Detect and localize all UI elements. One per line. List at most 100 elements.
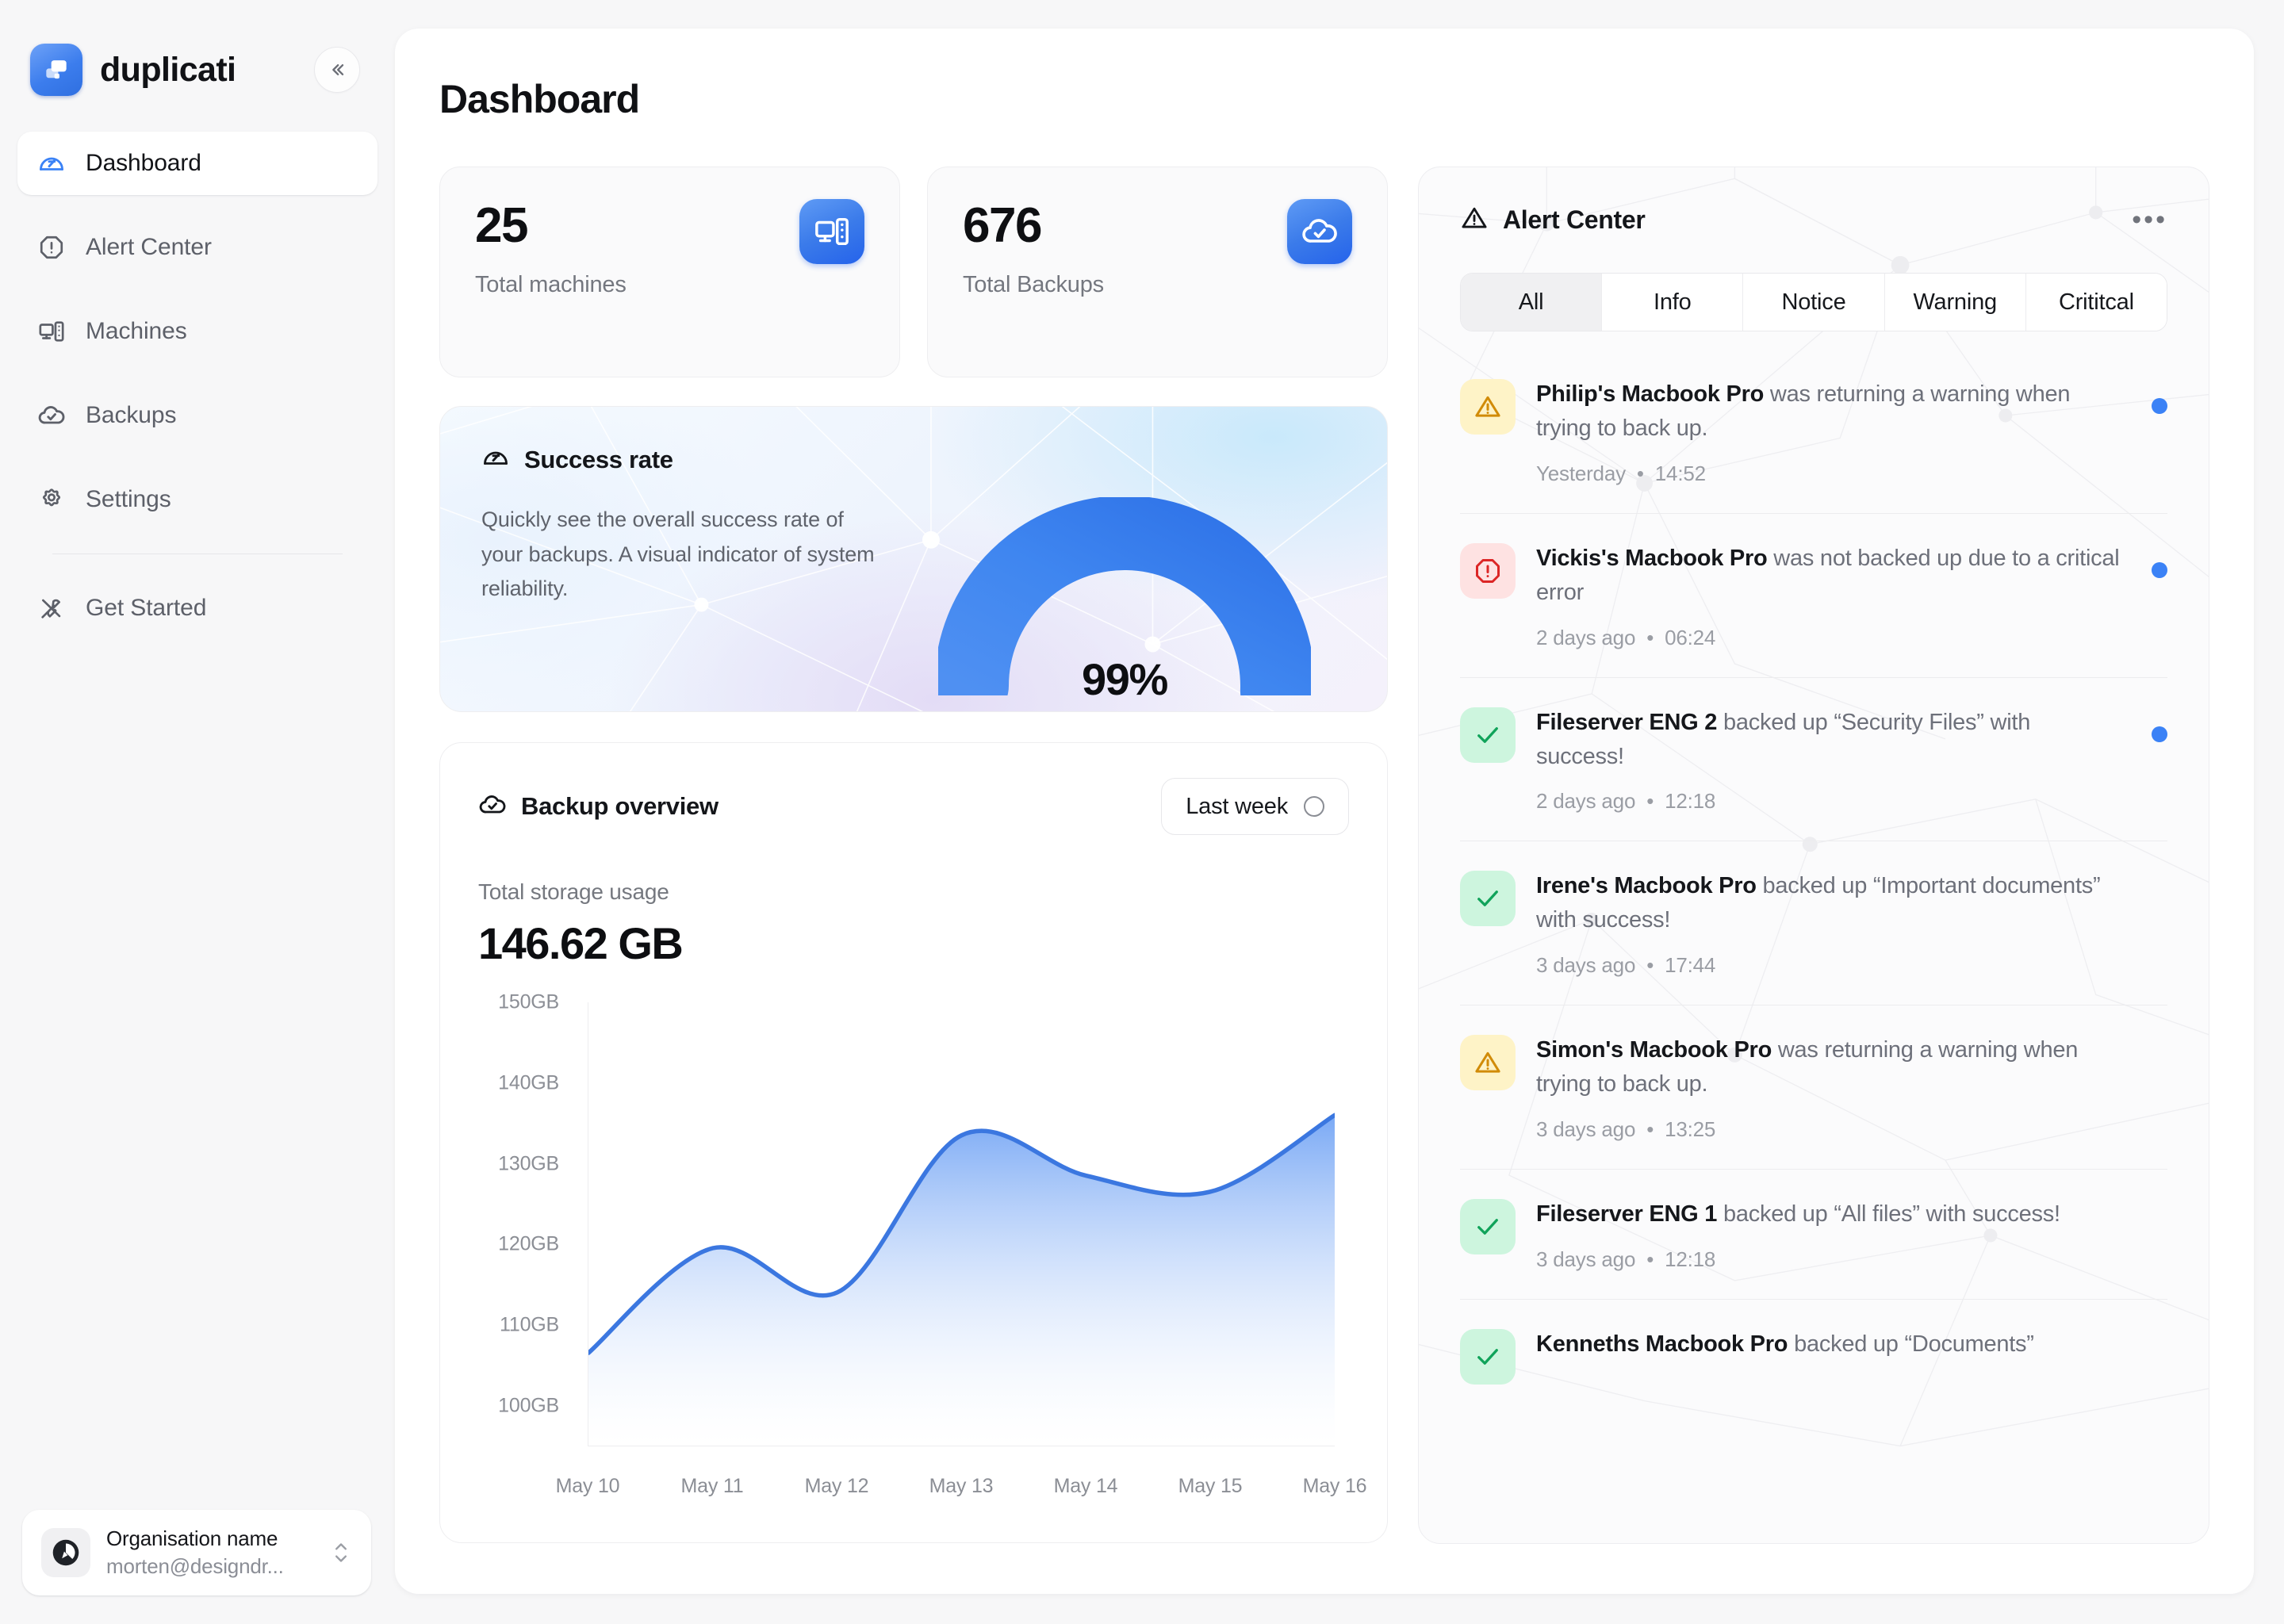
stat-value: 676	[963, 199, 1104, 253]
success-rate-header: Success rate	[440, 407, 1387, 476]
cloud-check-icon	[1287, 199, 1352, 264]
alert-when: 2 days ago	[1536, 626, 1635, 649]
gear-icon	[35, 483, 68, 516]
alert-body: Vickis's Macbook Pro was not backed up d…	[1536, 542, 2152, 650]
alert-list-item[interactable]: Fileserver ENG 2 backed up “Security Fil…	[1419, 677, 2209, 841]
success-rate-card: Success rate Quickly see the overall suc…	[439, 406, 1388, 712]
alert-body: Simon's Macbook Pro was returning a warn…	[1536, 1033, 2152, 1142]
y-axis-tick: 110GB	[500, 1314, 559, 1337]
alert-timestamp: 2 days ago • 06:24	[1536, 626, 2120, 650]
chevron-double-left-icon[interactable]	[314, 47, 360, 93]
alert-time: 13:25	[1665, 1117, 1715, 1141]
alert-list-item[interactable]: Irene's Macbook Pro backed up “Important…	[1419, 841, 2209, 1005]
alert-time: 12:18	[1665, 789, 1715, 813]
alert-meta-separator: •	[1646, 1247, 1654, 1271]
alert-time: 17:44	[1665, 953, 1715, 977]
alert-triangle-icon	[1460, 1035, 1516, 1090]
alert-body: Philip's Macbook Pro was returning a war…	[1536, 377, 2152, 486]
alert-meta-separator: •	[1646, 789, 1654, 813]
brand-name: duplicati	[100, 51, 236, 90]
stat-label: Total machines	[475, 272, 627, 298]
right-column: Alert Center ••• AllInfoNoticeWarningCri…	[1418, 167, 2209, 1594]
stat-card-total-backups: 676 Total Backups	[927, 167, 1388, 377]
check-icon	[1460, 1199, 1516, 1254]
alert-subject: Irene's Macbook Pro	[1536, 873, 1757, 898]
stat-label: Total Backups	[963, 272, 1104, 298]
alert-time: 12:18	[1665, 1247, 1715, 1271]
alert-filter-tab-all[interactable]: All	[1461, 274, 1602, 331]
time-range-selector[interactable]: Last week	[1161, 778, 1349, 835]
unread-indicator	[2152, 726, 2167, 742]
alert-message: Kenneths Macbook Pro backed up “Document…	[1536, 1327, 2120, 1362]
sidebar-item-backups[interactable]: Backups	[17, 384, 377, 447]
cloud-check-icon	[35, 399, 68, 432]
desktop-tower-icon	[799, 199, 864, 264]
backup-overview-card: Backup overview Last week Total storage …	[439, 742, 1388, 1543]
alert-list-item[interactable]: Philip's Macbook Pro was returning a war…	[1419, 349, 2209, 513]
circle-icon	[1304, 796, 1324, 817]
organisation-switcher[interactable]: Organisation name morten@designdr...	[22, 1510, 371, 1595]
alert-filter-tab-warning[interactable]: Warning	[1885, 274, 2026, 331]
page-title: Dashboard	[395, 29, 2254, 122]
y-axis-tick: 140GB	[498, 1071, 559, 1094]
alert-meta-separator: •	[1646, 953, 1654, 977]
alert-filter-tab-info[interactable]: Info	[1602, 274, 1743, 331]
sidebar-item-machines[interactable]: Machines	[17, 300, 377, 363]
alert-timestamp: 3 days ago • 17:44	[1536, 953, 2120, 978]
sidebar-item-label: Backups	[86, 402, 176, 429]
alert-list-item[interactable]: Vickis's Macbook Pro was not backed up d…	[1419, 513, 2209, 677]
chevron-up-down-icon[interactable]	[330, 1537, 352, 1568]
alert-when: Yesterday	[1536, 462, 1626, 485]
org-avatar-icon	[41, 1528, 90, 1577]
alert-subject: Vickis's Macbook Pro	[1536, 546, 1768, 571]
alert-message-text: backed up “Documents”	[1788, 1331, 2033, 1357]
alert-timestamp: Yesterday•14:52	[1536, 462, 2120, 486]
x-axis-tick: May 12	[805, 1475, 869, 1498]
alert-list-item[interactable]: Kenneths Macbook Pro backed up “Document…	[1419, 1299, 2209, 1411]
stat-card-text: 676 Total Backups	[963, 199, 1104, 298]
alert-time: 06:24	[1665, 626, 1715, 649]
stat-cards: 25 Total machines	[439, 167, 1388, 377]
stat-card-total-machines: 25 Total machines	[439, 167, 900, 377]
alert-list-item[interactable]: Fileserver ENG 1 backed up “All files” w…	[1419, 1169, 2209, 1299]
alert-meta-separator: •	[1646, 626, 1654, 649]
gauge-icon	[35, 147, 68, 180]
alert-body: Irene's Macbook Pro backed up “Important…	[1536, 869, 2152, 978]
total-storage-value: 146.62 GB	[478, 917, 1349, 969]
sidebar-item-settings[interactable]: Settings	[17, 468, 377, 531]
alert-when: 3 days ago	[1536, 1247, 1635, 1271]
sidebar: duplicati Dashboard	[0, 0, 395, 1624]
nav-spacer	[17, 195, 377, 216]
cloud-check-icon	[478, 791, 507, 823]
alert-center-title: Alert Center	[1503, 205, 1646, 235]
alert-when: 3 days ago	[1536, 953, 1635, 977]
alert-filter-tab-crititcal[interactable]: Crititcal	[2026, 274, 2167, 331]
brand-row: duplicati	[0, 0, 395, 95]
org-name: Organisation name	[106, 1526, 284, 1551]
org-text: Organisation name morten@designdr...	[106, 1526, 284, 1579]
time-range-label: Last week	[1186, 794, 1288, 820]
sidebar-divider	[52, 553, 343, 554]
sidebar-item-dashboard[interactable]: Dashboard	[17, 132, 377, 195]
sidebar-item-alert-center[interactable]: Alert Center	[17, 216, 377, 279]
alert-meta-separator: •	[1646, 1117, 1654, 1141]
nav-spacer	[17, 447, 377, 468]
alert-triangle-icon	[1460, 379, 1516, 435]
alert-subject: Philip's Macbook Pro	[1536, 381, 1764, 407]
alert-filter-tab-notice[interactable]: Notice	[1743, 274, 1884, 331]
y-axis-tick: 120GB	[498, 1233, 559, 1256]
app-root: duplicati Dashboard	[0, 0, 2284, 1624]
alert-timestamp: 3 days ago • 12:18	[1536, 1247, 2120, 1272]
alert-time: 14:52	[1655, 462, 1706, 485]
unread-indicator	[2152, 562, 2167, 578]
ellipsis-icon[interactable]: •••	[2132, 212, 2167, 228]
backup-overview-header: Backup overview Last week	[478, 778, 1349, 835]
alert-message: Fileserver ENG 1 backed up “All files” w…	[1536, 1197, 2120, 1231]
sidebar-item-get-started[interactable]: Get Started	[17, 576, 377, 640]
x-axis-tick: May 11	[681, 1475, 744, 1498]
desktop-tower-icon	[35, 315, 68, 348]
alert-list-item[interactable]: Simon's Macbook Pro was returning a warn…	[1419, 1005, 2209, 1169]
success-rate-description: Quickly see the overall success rate of …	[440, 476, 884, 607]
alert-filter-tabs: AllInfoNoticeWarningCrititcal	[1460, 273, 2167, 331]
alert-octagon-icon	[1460, 543, 1516, 599]
